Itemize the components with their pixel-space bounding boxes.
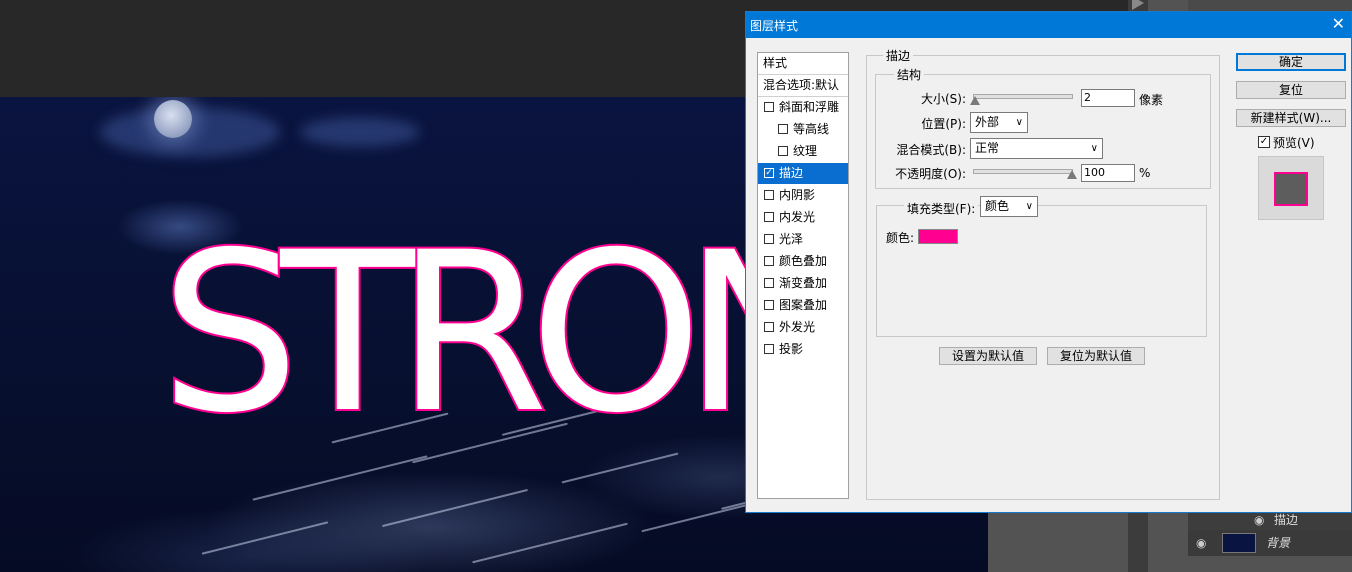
- blend-mode-label: 混合模式(B):: [896, 143, 966, 157]
- preview-label: 预览(V): [1273, 136, 1315, 150]
- blend-options-label: 混合选项:默认: [763, 78, 840, 92]
- preview-checkbox[interactable]: ✓: [1258, 136, 1270, 148]
- style-item-label: 图案叠加: [779, 298, 828, 312]
- opacity-input[interactable]: 100: [1081, 164, 1135, 182]
- ok-button[interactable]: 确定: [1236, 53, 1346, 71]
- style-item-texture[interactable]: 纹理: [758, 141, 848, 162]
- style-item-satin[interactable]: 光泽: [758, 229, 848, 250]
- blend-options-item[interactable]: 混合选项:默认: [758, 75, 848, 96]
- reset-default-button[interactable]: 复位为默认值: [1047, 347, 1145, 365]
- opacity-slider-thumb[interactable]: [1067, 170, 1077, 179]
- eye-icon[interactable]: ◉: [1196, 530, 1206, 556]
- checkbox[interactable]: [778, 146, 788, 156]
- style-item-label: 投影: [779, 342, 804, 356]
- opacity-unit: %: [1139, 166, 1151, 180]
- stroke-section-title: 描边: [883, 47, 914, 64]
- close-icon[interactable]: ✕: [1332, 14, 1345, 33]
- style-item-label: 描边: [779, 166, 804, 180]
- checkbox[interactable]: [764, 234, 774, 244]
- style-item-label: 内发光: [779, 210, 816, 224]
- play-icon[interactable]: [1132, 0, 1144, 10]
- layer-thumbnail: [1222, 533, 1256, 553]
- eye-icon[interactable]: ◉: [1254, 510, 1264, 530]
- position-value: 外部: [975, 115, 1000, 129]
- size-slider[interactable]: [973, 94, 1073, 99]
- style-item-outer-glow[interactable]: 外发光: [758, 317, 848, 338]
- layer-row-background[interactable]: ◉ 背景: [1188, 530, 1352, 556]
- checkbox[interactable]: [764, 322, 774, 332]
- layer-effect-row[interactable]: ◉ 描边: [1188, 510, 1352, 530]
- stroke-color-swatch[interactable]: [918, 229, 958, 244]
- checkbox[interactable]: [764, 102, 774, 112]
- style-item-label: 颜色叠加: [779, 254, 828, 268]
- fill-type-group: [876, 205, 1207, 337]
- chevron-down-icon: ∨: [1015, 117, 1023, 128]
- dialog-title: 图层样式: [750, 19, 799, 33]
- style-item-label: 渐变叠加: [779, 276, 828, 290]
- style-item-label: 光泽: [779, 232, 804, 246]
- checkbox[interactable]: [778, 124, 788, 134]
- new-style-button[interactable]: 新建样式(W)...: [1236, 109, 1346, 127]
- style-preview-thumbnail: [1258, 156, 1324, 220]
- style-preview-swatch: [1274, 172, 1308, 206]
- position-select[interactable]: 外部 ∨: [970, 112, 1028, 133]
- size-slider-thumb[interactable]: [970, 96, 980, 105]
- size-input[interactable]: 2: [1081, 89, 1135, 107]
- style-item-inner-shadow[interactable]: 内阴影: [758, 185, 848, 206]
- size-unit: 像素: [1139, 93, 1164, 107]
- style-item-drop-shadow[interactable]: 投影: [758, 339, 848, 360]
- checkbox[interactable]: [764, 190, 774, 200]
- style-item-inner-glow[interactable]: 内发光: [758, 207, 848, 228]
- style-item-label: 外发光: [779, 320, 816, 334]
- fill-type-select[interactable]: 颜色 ∨: [980, 196, 1038, 217]
- fill-type-label: 填充类型(F):: [904, 200, 979, 217]
- size-label: 大小(S):: [920, 92, 966, 106]
- style-item-pattern-overlay[interactable]: 图案叠加: [758, 295, 848, 316]
- fill-type-value: 颜色: [985, 199, 1010, 213]
- styles-header-label: 样式: [763, 56, 788, 70]
- opacity-label: 不透明度(O):: [895, 167, 966, 181]
- styles-header[interactable]: 样式: [758, 53, 848, 74]
- style-list: 样式 混合选项:默认 斜面和浮雕 等高线 纹理 ✓ 描边 内阴影 内发光 光泽 …: [757, 52, 849, 499]
- color-label: 颜色:: [886, 231, 915, 245]
- checkbox[interactable]: [764, 344, 774, 354]
- style-item-label: 斜面和浮雕: [779, 100, 840, 114]
- checkbox[interactable]: [764, 300, 774, 310]
- chevron-down-icon: ∨: [1090, 143, 1098, 154]
- structure-title: 结构: [894, 66, 925, 83]
- opacity-slider[interactable]: [973, 169, 1073, 174]
- style-item-gradient-overlay[interactable]: 渐变叠加: [758, 273, 848, 294]
- style-item-bevel[interactable]: 斜面和浮雕: [758, 97, 848, 118]
- set-default-button[interactable]: 设置为默认值: [939, 347, 1037, 365]
- blend-mode-value: 正常: [975, 141, 1000, 155]
- layer-name: 背景: [1266, 536, 1291, 550]
- style-item-label: 纹理: [793, 144, 818, 158]
- checkbox-checked[interactable]: ✓: [764, 168, 774, 178]
- checkbox[interactable]: [764, 212, 774, 222]
- style-item-contour[interactable]: 等高线: [758, 119, 848, 140]
- style-item-stroke[interactable]: ✓ 描边: [758, 163, 848, 184]
- style-item-label: 等高线: [793, 122, 830, 136]
- position-label: 位置(P):: [921, 117, 966, 131]
- layer-effect-label: 描边: [1274, 513, 1299, 527]
- style-item-color-overlay[interactable]: 颜色叠加: [758, 251, 848, 272]
- blend-mode-select[interactable]: 正常 ∨: [970, 138, 1103, 159]
- checkbox[interactable]: [764, 256, 774, 266]
- reset-button[interactable]: 复位: [1236, 81, 1346, 99]
- dialog-titlebar[interactable]: 图层样式 ✕: [746, 12, 1351, 38]
- layer-style-dialog: 图层样式 ✕ 样式 混合选项:默认 斜面和浮雕 等高线 纹理 ✓ 描边 内阴影: [745, 11, 1352, 513]
- chevron-down-icon: ∨: [1025, 201, 1033, 212]
- checkbox[interactable]: [764, 278, 774, 288]
- style-item-label: 内阴影: [779, 188, 816, 202]
